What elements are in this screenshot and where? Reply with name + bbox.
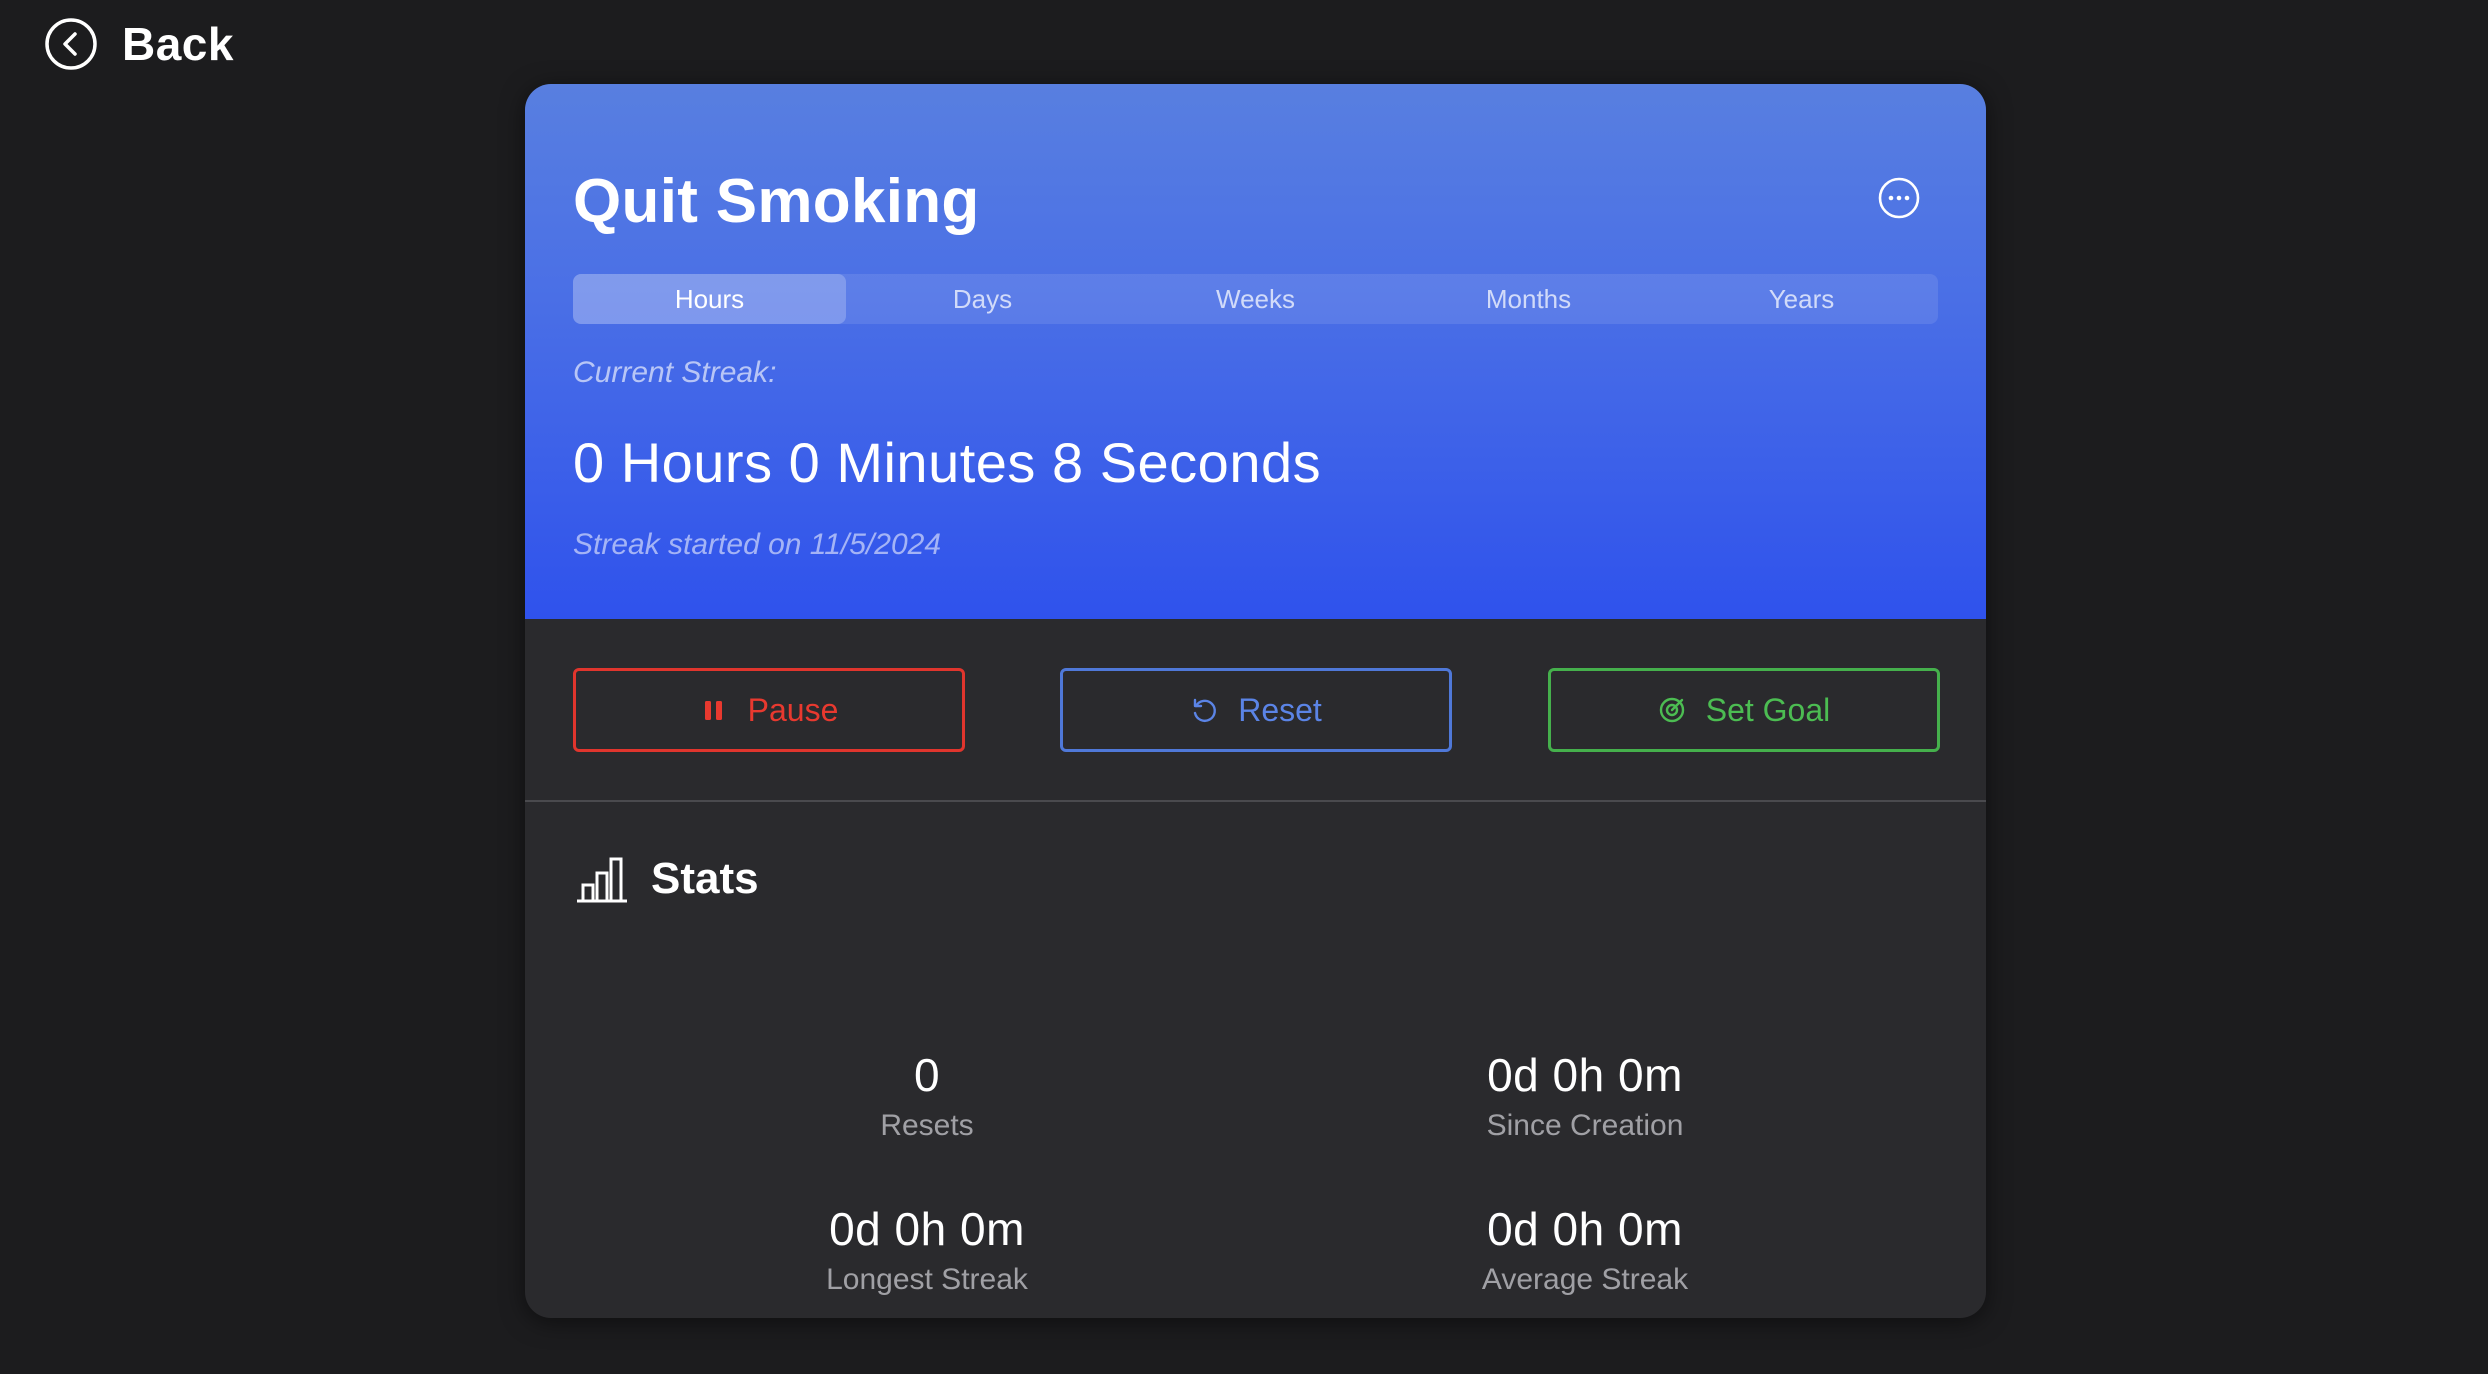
back-button[interactable]: Back [44, 14, 234, 74]
tab-years[interactable]: Years [1665, 274, 1938, 324]
ellipsis-circle-icon [1877, 176, 1921, 220]
stat-label: Longest Streak [826, 1263, 1028, 1296]
stat-average-streak: 0d 0h 0m Average Streak [1335, 1200, 1835, 1300]
back-label: Back [122, 18, 234, 70]
stats-title: Stats [651, 854, 759, 903]
stat-longest-streak: 0d 0h 0m Longest Streak [677, 1200, 1177, 1300]
pause-button[interactable]: Pause [573, 668, 965, 752]
current-streak-label: Current Streak: [573, 356, 777, 389]
tab-hours[interactable]: Hours [573, 274, 846, 324]
stat-label: Average Streak [1481, 1263, 1689, 1296]
stat-resets: 0 Resets [677, 1046, 1177, 1146]
stats-header: Stats [575, 854, 759, 904]
time-unit-tabs: Hours Days Weeks Months Years [573, 274, 1938, 324]
set-goal-label: Set Goal [1705, 691, 1831, 728]
divider [525, 800, 1986, 802]
stat-label: Since Creation [1486, 1109, 1684, 1142]
reset-label: Reset [1238, 691, 1322, 728]
action-buttons: Pause Reset Set Goal [573, 668, 1940, 752]
streak-start-date: Streak started on 11/5/2024 [573, 528, 942, 561]
stat-label: Resets [880, 1109, 974, 1142]
tab-days[interactable]: Days [846, 274, 1119, 324]
current-streak-value: 0 Hours 0 Minutes 8 Seconds [573, 431, 1322, 494]
stat-since-creation: 0d 0h 0m Since Creation [1335, 1046, 1835, 1146]
habit-title: Quit Smoking [573, 167, 980, 236]
stat-value: 0 [913, 1049, 941, 1101]
reset-button[interactable]: Reset [1060, 668, 1452, 752]
stat-value: 0d 0h 0m [1487, 1049, 1683, 1101]
rotate-ccw-icon [1190, 696, 1218, 724]
tab-weeks[interactable]: Weeks [1119, 274, 1392, 324]
stat-value: 0d 0h 0m [829, 1203, 1025, 1255]
set-goal-button[interactable]: Set Goal [1548, 668, 1940, 752]
bar-chart-icon [575, 855, 629, 903]
tab-months[interactable]: Months [1392, 274, 1665, 324]
habit-card: Quit Smoking Hours Days Weeks Months Yea… [525, 84, 1986, 1318]
pause-label: Pause [747, 691, 839, 728]
habit-header: Quit Smoking Hours Days Weeks Months Yea… [525, 84, 1986, 619]
more-options-button[interactable] [1877, 176, 1921, 220]
chevron-left-circle-icon [44, 17, 98, 71]
target-icon [1658, 696, 1686, 724]
stat-value: 0d 0h 0m [1487, 1203, 1683, 1255]
pause-icon [700, 696, 728, 724]
